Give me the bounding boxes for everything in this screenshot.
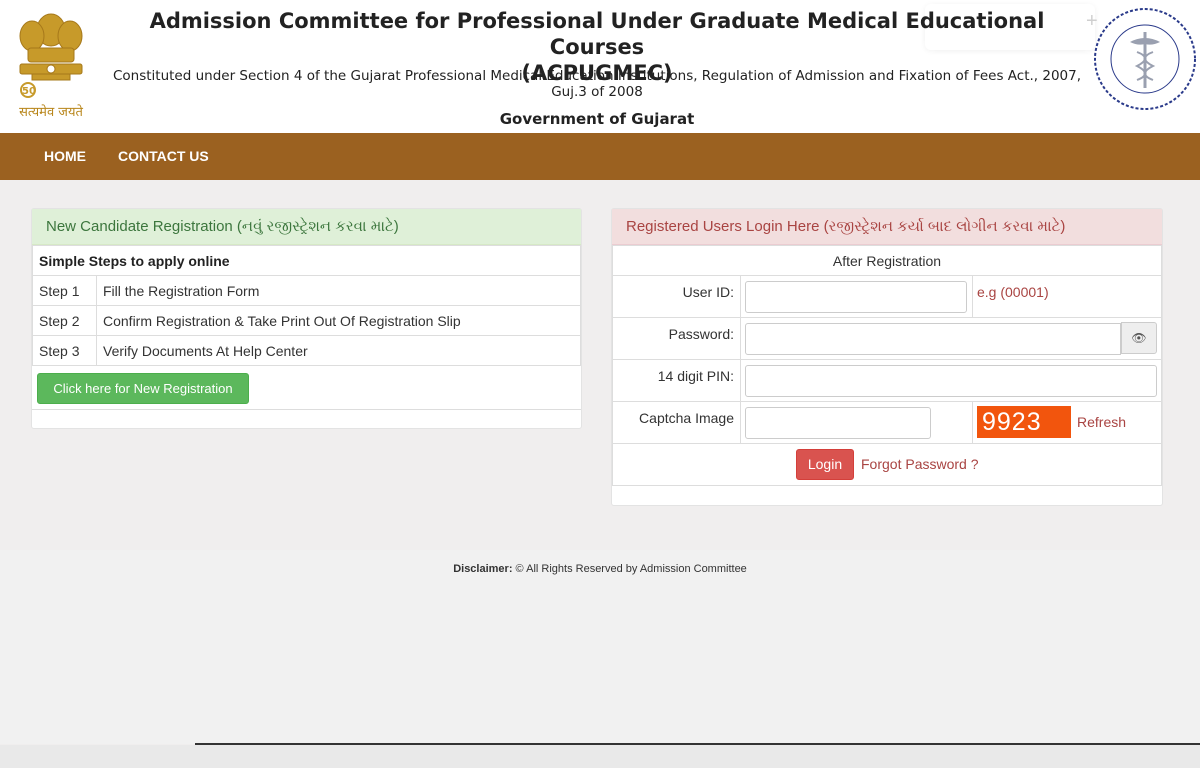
steps-heading: Simple Steps to apply online [32,245,581,276]
user-id-cell [740,275,973,318]
step-number: Step 3 [32,335,97,366]
site-header: 50 सत्यमेव जयते + Admission Committee fo… [0,0,1200,133]
new-registration-button[interactable]: Click here for New Registration [37,373,249,404]
password-input[interactable] [745,322,1121,355]
login-panel: Registered Users Login Here (રજીસ્ટ્રેશન… [611,208,1163,506]
disclaimer-label: Disclaimer: [453,563,513,575]
user-id-hint: e.g (00001) [977,284,1049,300]
captcha-label: Captcha Image [612,401,741,444]
page-subtitle: Constituted under Section 4 of the Gujar… [112,68,1082,100]
step-text: Fill the Registration Form [96,275,581,306]
login-subheading: After Registration [612,245,1162,276]
committee-seal [1092,4,1198,114]
captcha-image-cell: 9923 Refresh [972,401,1162,444]
captcha-image: 9923 [977,406,1071,438]
pin-label: 14 digit PIN: [612,359,741,402]
table-row: Step 2 Confirm Registration & Take Print… [32,305,581,336]
captcha-row: Captcha Image 9923 Refresh [612,401,1162,444]
steps-table: Simple Steps to apply online Step 1 Fill… [32,245,581,366]
password-cell: 👁 [740,317,1162,360]
disclaimer-text: © All Rights Reserved by Admission Commi… [512,563,747,575]
table-row: Step 3 Verify Documents At Help Center [32,335,581,366]
pin-input[interactable] [745,364,1157,397]
pin-row: 14 digit PIN: [612,359,1162,402]
forgot-password-link[interactable]: Forgot Password ? [861,456,979,472]
national-emblem-icon: 50 [19,13,83,98]
user-id-input[interactable] [745,280,967,313]
registration-panel: New Candidate Registration (નવું રજીસ્ટ્… [31,208,582,429]
caduceus-seal-icon [1094,8,1196,110]
steps-heading-row: Simple Steps to apply online [32,245,581,276]
footer-disclaimer: Disclaimer: © All Rights Reserved by Adm… [0,563,1200,575]
title-line-1: Admission Committee for Professional Und… [149,9,1045,59]
login-subheading-row: After Registration [612,245,1162,276]
registration-heading: New Candidate Registration (નવું રજીસ્ટ્… [32,209,581,245]
captcha-input[interactable] [745,406,931,439]
pin-cell [740,359,1162,402]
password-row: Password: 👁 [612,317,1162,360]
step-number: Step 1 [32,275,97,306]
bottom-strip [0,745,1200,768]
table-row: Step 1 Fill the Registration Form [32,275,581,306]
captcha-input-cell [740,401,973,444]
login-actions-row: Login Forgot Password ? [612,443,1162,486]
step-text: Confirm Registration & Take Print Out Of… [96,305,581,336]
government-label: Government of Gujarat [499,110,695,128]
step-number: Step 2 [32,305,97,336]
user-id-row: User ID: e.g (00001) [612,275,1162,318]
footer-band [0,550,1200,744]
step-text: Verify Documents At Help Center [96,335,581,366]
login-heading: Registered Users Login Here (રજીસ્ટ્રેશન… [612,209,1162,245]
password-label: Password: [612,317,741,360]
nav-home[interactable]: HOME [44,133,86,180]
login-table: After Registration User ID: e.g (00001) … [612,245,1162,486]
user-id-hint-cell: e.g (00001) [972,275,1162,318]
svg-text:50: 50 [22,86,36,97]
login-actions-cell: Login Forgot Password ? [612,443,1162,486]
main-navbar: HOME CONTACT US [0,133,1200,180]
emblem-motto: सत्यमेव जयते [19,105,83,120]
panel-divider [32,409,581,410]
captcha-refresh-link[interactable]: Refresh [1077,414,1126,430]
login-button[interactable]: Login [796,449,854,480]
eye-toggle-icon[interactable]: 👁 [1121,322,1157,354]
nav-contact-us[interactable]: CONTACT US [118,133,209,180]
national-emblem: 50 सत्यमेव जयते [2,4,100,122]
user-id-label: User ID: [612,275,741,318]
